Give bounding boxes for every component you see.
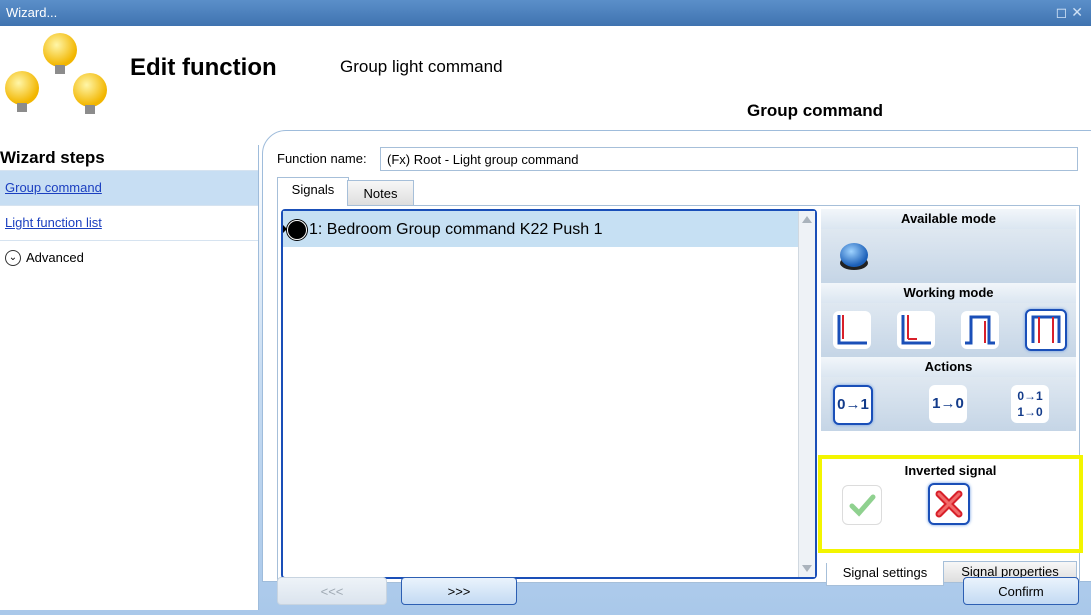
window-title: Wizard... <box>6 5 58 20</box>
sidebar-item-label: Advanced <box>26 250 84 265</box>
working-mode-1-button[interactable] <box>833 311 871 349</box>
next-button[interactable]: >>> <box>401 577 517 605</box>
tab-signals[interactable]: Signals <box>277 177 349 206</box>
actions-title: Actions <box>821 357 1076 377</box>
previous-button[interactable]: <<< <box>277 577 387 605</box>
close-icon[interactable]: ✕ <box>1071 4 1087 20</box>
window-controls[interactable]: ◻✕ <box>1056 4 1087 21</box>
wizard-steps-sidebar: Wizard steps Group command Light functio… <box>0 145 259 610</box>
checkmark-icon <box>849 494 876 517</box>
action-0-to-1-button[interactable]: 0→1 <box>833 385 873 425</box>
function-name-field[interactable]: (Fx) Root - Light group command <box>380 147 1078 171</box>
list-item[interactable]: 1: Bedroom Group command K22 Push 1 <box>283 211 799 247</box>
monostable-icon <box>837 315 867 345</box>
tab-notes[interactable]: Notes <box>347 180 414 206</box>
available-mode-section <box>821 229 1076 283</box>
sidebar-item-label[interactable]: Group command <box>5 180 102 195</box>
maximize-icon[interactable]: ◻ <box>1056 4 1072 20</box>
chevron-down-icon[interactable]: ⌄ <box>5 250 21 266</box>
sidebar-item-group-command[interactable]: Group command <box>0 170 258 205</box>
scroll-down-icon[interactable] <box>802 565 812 572</box>
inverted-no-button[interactable] <box>928 483 970 525</box>
window-titlebar: Wizard... ◻✕ <box>0 0 1091 26</box>
action-both-label: 0→1 1→0 <box>1017 389 1043 419</box>
working-mode-2-button[interactable] <box>897 311 935 349</box>
page-title: Edit function <box>130 54 277 81</box>
confirm-button[interactable]: Confirm <box>963 577 1079 605</box>
red-x-icon <box>935 490 963 518</box>
page-subtitle: Group light command <box>340 57 503 76</box>
action-1-to-0-button[interactable]: 1→0 <box>929 385 967 423</box>
push-button-mode-icon[interactable] <box>835 237 873 275</box>
pulse-start-icon <box>901 315 931 345</box>
working-mode-4-button[interactable] <box>1025 309 1067 351</box>
inverted-signal-title: Inverted signal <box>904 463 997 478</box>
sidebar-item-light-function-list[interactable]: Light function list <box>0 205 258 240</box>
light-bulbs-icon <box>5 33 107 114</box>
sidebar-heading: Wizard steps <box>0 148 105 167</box>
actions-section: 0→1 1→0 0→1 1→0 <box>821 377 1076 431</box>
sidebar-item-advanced[interactable]: ⌄ Advanced <box>0 240 258 275</box>
signal-label: 1: Bedroom Group command K22 Push 1 <box>309 221 603 238</box>
toggle-mode-icon <box>1031 315 1061 343</box>
inverted-yes-button[interactable] <box>842 485 882 525</box>
available-mode-title: Available mode <box>821 209 1076 229</box>
function-name-label: Function name: <box>277 151 367 166</box>
inverted-signal-section: Inverted signal <box>818 455 1083 553</box>
vertical-scrollbar[interactable] <box>798 211 815 577</box>
pulse-end-icon <box>965 315 995 345</box>
tab-signal-settings[interactable]: Signal settings <box>826 563 944 586</box>
action-both-button[interactable]: 0→1 1→0 <box>1011 385 1049 423</box>
working-mode-title: Working mode <box>821 283 1076 303</box>
scroll-up-icon[interactable] <box>802 216 812 223</box>
push-button-signal-icon <box>287 220 307 240</box>
sidebar-item-label[interactable]: Light function list <box>5 215 102 230</box>
working-mode-3-button[interactable] <box>961 311 999 349</box>
signal-list[interactable]: 1: Bedroom Group command K22 Push 1 <box>281 209 817 579</box>
working-mode-section <box>821 303 1076 357</box>
tab-group-command[interactable]: Group command <box>630 88 1000 128</box>
